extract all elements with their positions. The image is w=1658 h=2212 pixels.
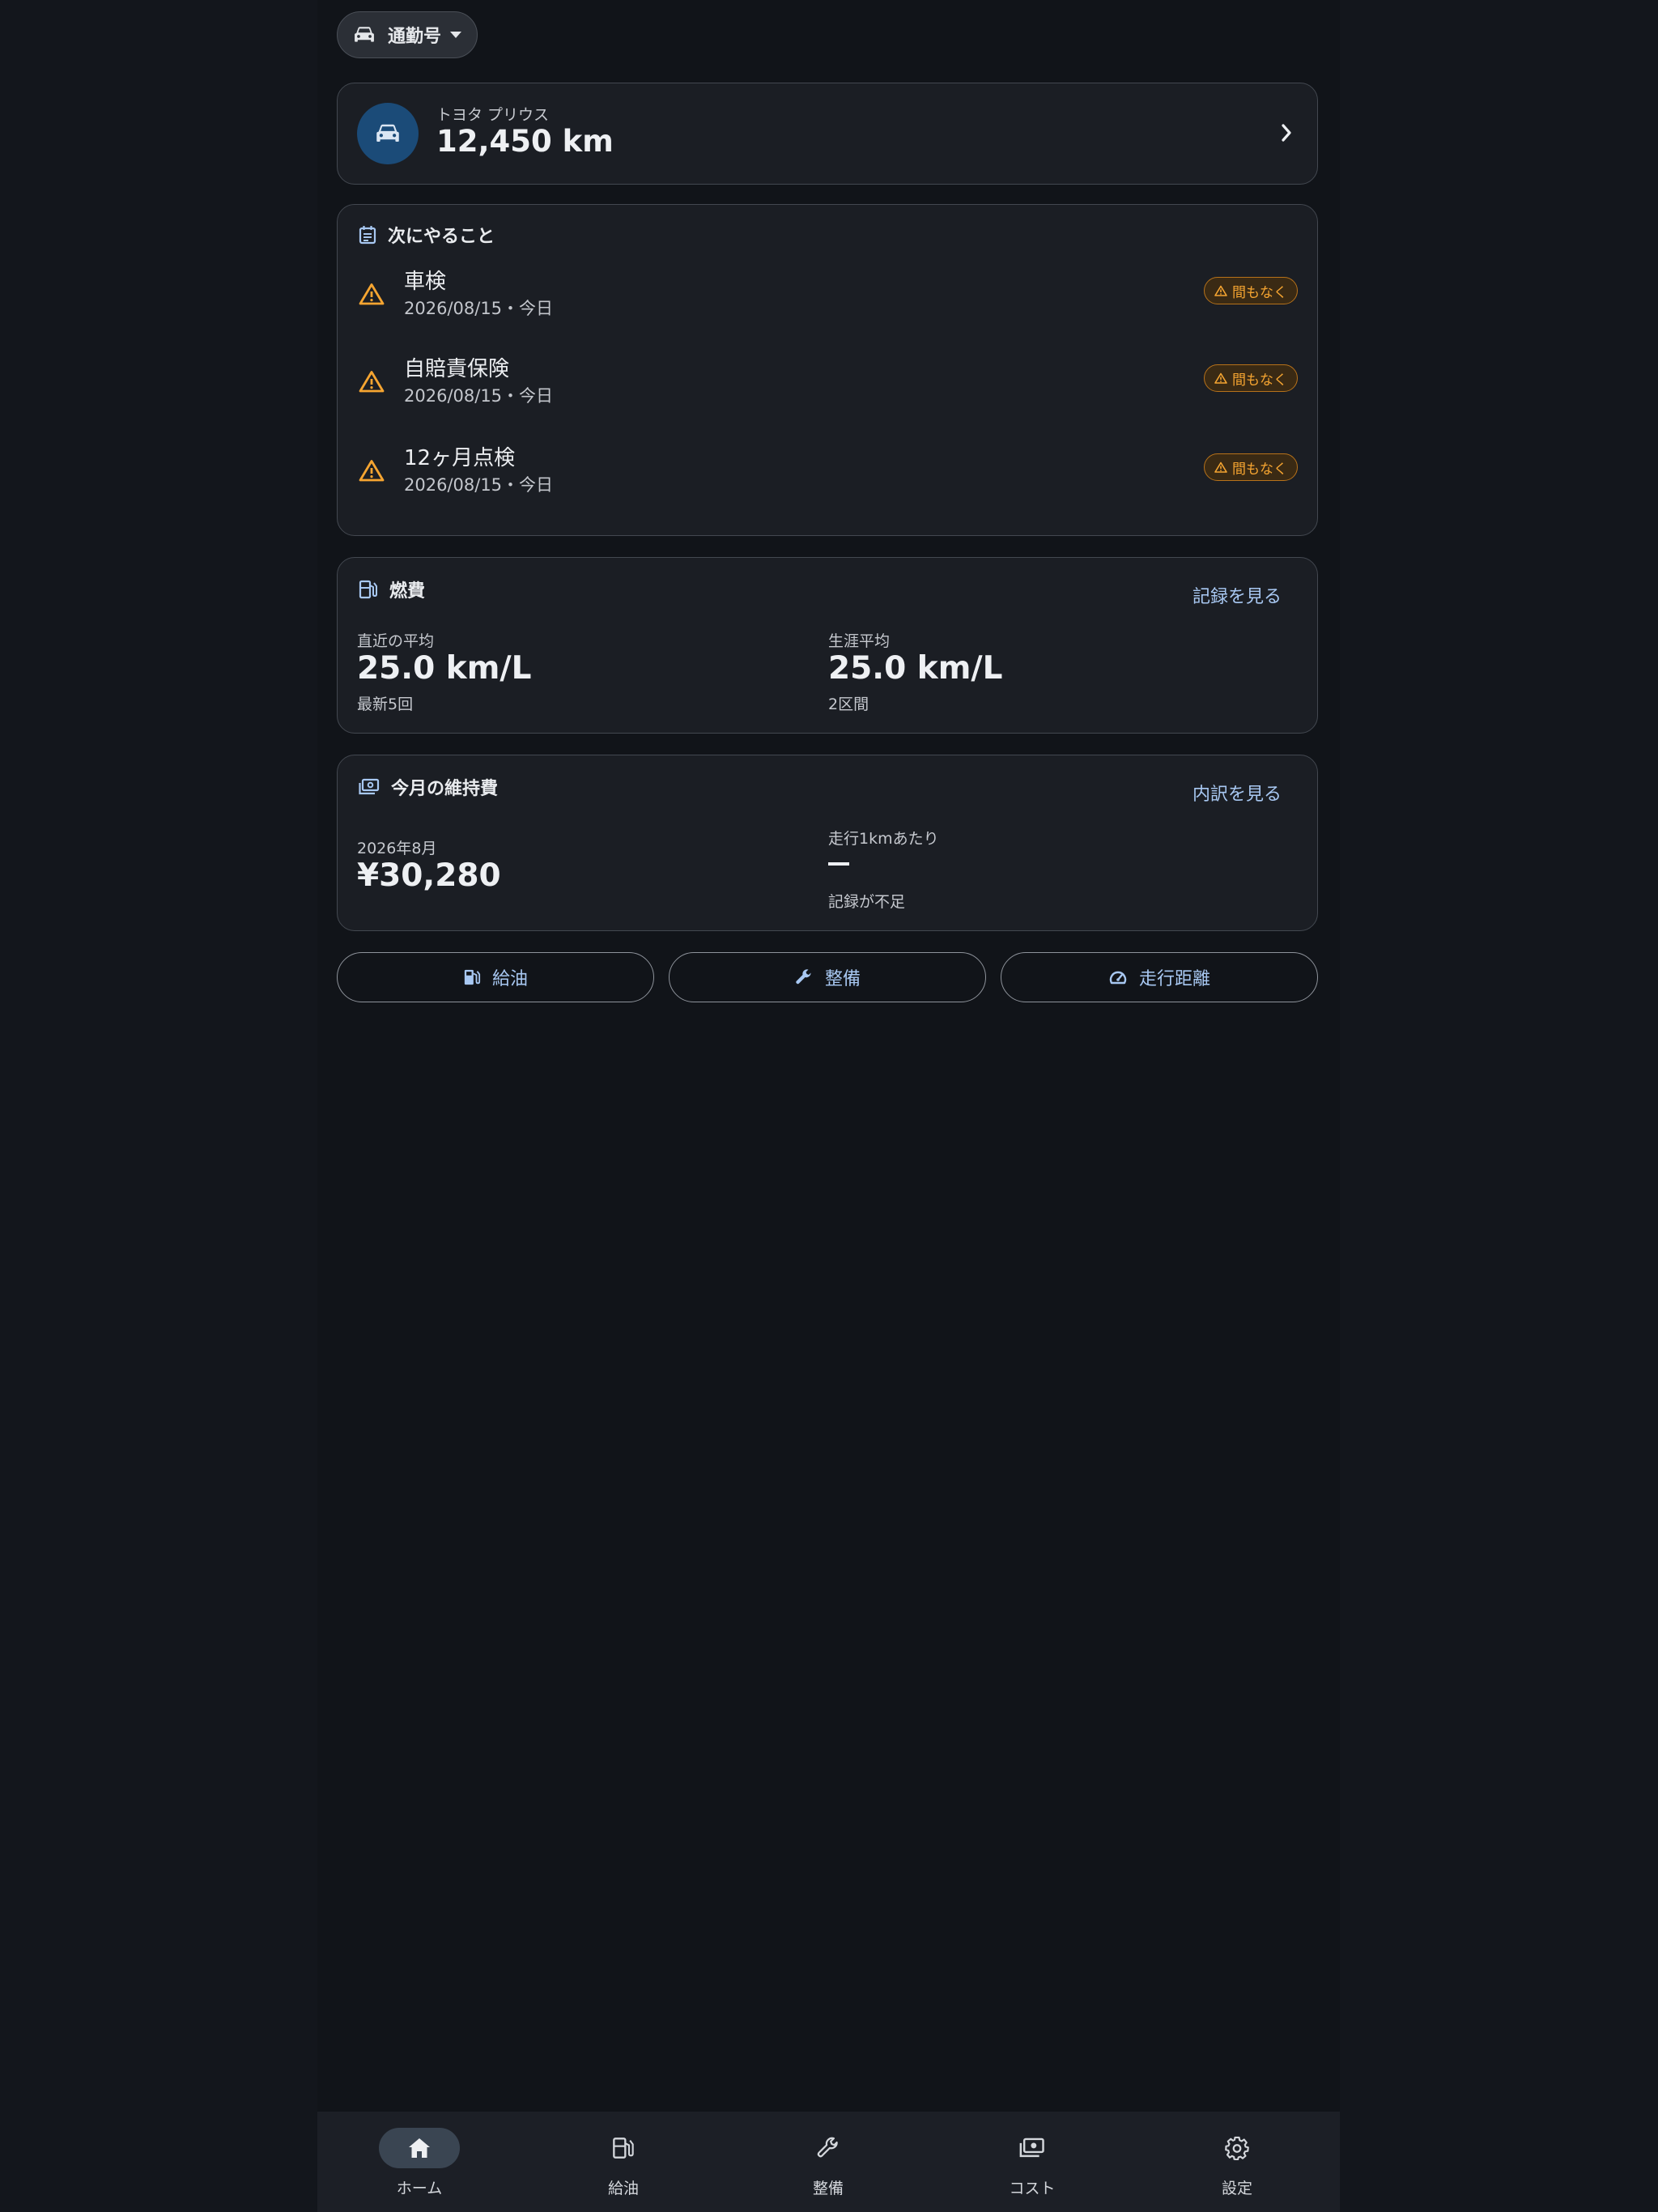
nav-icon-holder xyxy=(1197,2128,1278,2168)
odometer-value: 12,450 km xyxy=(436,124,614,159)
fuel-records-link[interactable]: 記録を見る xyxy=(1192,582,1282,608)
wrench-icon xyxy=(816,2136,840,2160)
vehicle-model: トヨタ プリウス xyxy=(436,106,550,124)
warning-icon xyxy=(359,459,385,482)
fuel-icon xyxy=(612,2137,635,2159)
nav-fuel-label: 給油 xyxy=(607,2180,639,2197)
bottom-navigation: ホーム 給油 整備 コスト 設定 xyxy=(317,2112,1340,2212)
todo-card: 次にやること 車検 2026/08/15・今日 間もなく 自賠責保険 2026/… xyxy=(337,204,1318,536)
vehicle-avatar xyxy=(357,103,419,164)
chevron-right-icon xyxy=(1280,122,1293,143)
fuel-header: 燃費 xyxy=(359,576,425,603)
todo-item-shaken[interactable]: 車検 2026/08/15・今日 間もなく xyxy=(338,257,1317,330)
add-mileage-label: 走行距離 xyxy=(1138,969,1210,989)
fuel-icon xyxy=(463,968,492,986)
todo-item-name: 自賠責保険 xyxy=(404,357,510,381)
nav-active-indicator xyxy=(379,2128,460,2168)
todo-item-insurance[interactable]: 自賠責保険 2026/08/15・今日 間もなく xyxy=(338,344,1317,417)
todo-item-date: 2026/08/15・今日 xyxy=(404,299,554,318)
add-maintenance-label: 整備 xyxy=(824,969,861,989)
lifetime-average-sub: 2区間 xyxy=(828,696,869,713)
todo-item-date: 2026/08/15・今日 xyxy=(404,475,554,495)
nav-icon-holder xyxy=(788,2128,869,2168)
nav-icon-holder xyxy=(583,2128,664,2168)
recent-average-value: 25.0 km/L xyxy=(357,650,532,687)
cost-month-value: ¥30,280 xyxy=(357,857,501,894)
status-badge-label: 間もなく xyxy=(1232,372,1287,389)
cost-per-km-label: 走行1kmあたり xyxy=(828,830,939,848)
cost-breakdown-link[interactable]: 内訳を見る xyxy=(1192,780,1282,806)
todo-header: 次にやること xyxy=(359,221,495,249)
nav-maintenance[interactable]: 整備 xyxy=(726,2112,930,2212)
todo-item-name: 12ヶ月点検 xyxy=(404,446,516,470)
lifetime-average-label: 生涯平均 xyxy=(828,632,891,650)
nav-home-label: ホーム xyxy=(396,2180,443,2197)
add-mileage-button[interactable]: 走行距離 xyxy=(1001,952,1318,1002)
nav-cost[interactable]: コスト xyxy=(930,2112,1134,2212)
gear-icon xyxy=(1225,2136,1249,2160)
warning-icon xyxy=(359,370,385,393)
cost-title: 今月の維持費 xyxy=(391,779,499,799)
money-icon xyxy=(359,778,380,796)
todo-item-name: 車検 xyxy=(404,270,447,294)
status-badge-label: 間もなく xyxy=(1232,461,1287,478)
dropdown-caret-icon xyxy=(449,31,462,39)
nav-cost-label: コスト xyxy=(1009,2180,1056,2197)
recent-average-sub: 最新5回 xyxy=(357,696,414,713)
warning-icon xyxy=(359,283,385,305)
money-icon xyxy=(1019,2137,1045,2159)
monthly-cost-card: 今月の維持費 内訳を見る 2026年8月 ¥30,280 走行1kmあたり — … xyxy=(337,755,1318,931)
car-icon xyxy=(354,26,375,44)
recent-average-label: 直近の平均 xyxy=(357,632,435,650)
vehicle-summary-card[interactable]: トヨタ プリウス 12,450 km xyxy=(337,83,1318,185)
home-icon xyxy=(407,2137,432,2159)
calendar-icon xyxy=(359,225,376,245)
nav-icon-holder xyxy=(992,2128,1073,2168)
todo-title: 次にやること xyxy=(388,227,495,247)
nav-fuel[interactable]: 給油 xyxy=(521,2112,725,2212)
nav-settings[interactable]: 設定 xyxy=(1135,2112,1339,2212)
fuel-icon xyxy=(359,580,378,599)
add-fuel-button[interactable]: 給油 xyxy=(337,952,654,1002)
cost-per-km-value: — xyxy=(828,862,849,866)
speedometer-icon xyxy=(1108,968,1139,986)
quick-actions: 給油 整備 走行距離 xyxy=(337,952,1318,1002)
nav-home[interactable]: ホーム xyxy=(317,2112,521,2212)
cost-month-label: 2026年8月 xyxy=(357,840,437,857)
status-badge: 間もなく xyxy=(1204,453,1298,481)
todo-item-inspection[interactable]: 12ヶ月点検 2026/08/15・今日 間もなく xyxy=(338,433,1317,506)
app-root: 通勤号 トヨタ プリウス 12,450 km 次にやること 車検 2026/08… xyxy=(317,0,1340,2212)
fuel-economy-card: 燃費 記録を見る 直近の平均 25.0 km/L 最新5回 生涯平均 25.0 … xyxy=(337,557,1318,734)
vehicle-selector[interactable]: 通勤号 xyxy=(337,11,478,58)
add-fuel-label: 給油 xyxy=(491,969,528,989)
fuel-title: 燃費 xyxy=(389,581,426,602)
nav-maintenance-label: 整備 xyxy=(812,2180,844,2197)
cost-per-km-sub: 記録が不足 xyxy=(828,893,906,911)
status-badge: 間もなく xyxy=(1204,364,1298,392)
status-badge-label: 間もなく xyxy=(1232,284,1287,301)
add-maintenance-button[interactable]: 整備 xyxy=(669,952,986,1002)
todo-item-date: 2026/08/15・今日 xyxy=(404,386,554,406)
car-icon xyxy=(376,123,400,144)
cost-header: 今月の維持費 xyxy=(359,773,498,801)
lifetime-average-value: 25.0 km/L xyxy=(828,650,1003,687)
status-badge: 間もなく xyxy=(1204,277,1298,304)
wrench-icon xyxy=(794,968,825,987)
vehicle-selector-label: 通勤号 xyxy=(388,27,442,47)
nav-settings-label: 設定 xyxy=(1221,2180,1252,2197)
